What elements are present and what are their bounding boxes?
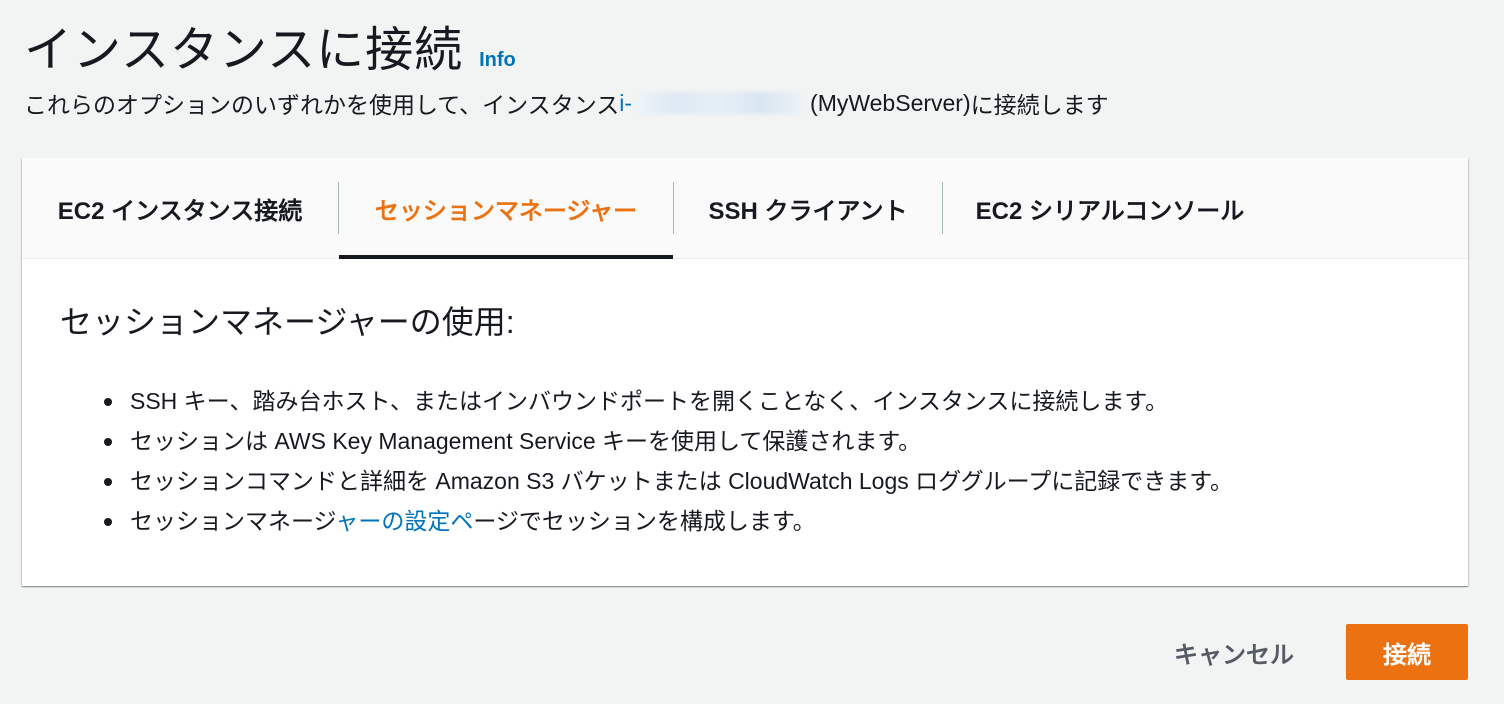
feature-list: SSH キー、踏み台ホスト、またはインバウンドポートを開くことなく、インスタンス… xyxy=(60,381,1430,541)
connect-button[interactable]: 接続 xyxy=(1346,624,1468,680)
info-link[interactable]: Info xyxy=(479,49,516,72)
list-item: セッションは AWS Key Management Service キーを使用し… xyxy=(60,421,1430,461)
tab-ssh-client[interactable]: SSH クライアント xyxy=(674,158,942,258)
instance-name: (MyWebServer) xyxy=(810,89,971,116)
settings-page-link[interactable]: ャーの設定ペ xyxy=(335,508,473,534)
connect-options-card: EC2 インスタンス接続 セッションマネージャー SSH クライアント EC2 … xyxy=(22,158,1468,586)
tab-ec2-serial-console[interactable]: EC2 シリアルコンソール xyxy=(943,158,1277,258)
subtitle-suffix: に接続します xyxy=(970,92,1109,118)
list-item-text: ージでセッションを構成します。 xyxy=(473,508,816,534)
page-title: インスタンスに接続 xyxy=(24,24,464,77)
list-item: セッションコマンドと詳細を Amazon S3 バケットまたは CloudWat… xyxy=(60,461,1430,501)
subtitle-prefix: これらのオプションのいずれかを使用して、インスタンス xyxy=(24,92,620,118)
redacted-instance-id xyxy=(634,92,805,114)
session-manager-panel: セッションマネージャーの使用: SSH キー、踏み台ホスト、またはインバウンドポ… xyxy=(22,259,1468,541)
tab-ec2-instance-connect[interactable]: EC2 インスタンス接続 xyxy=(22,158,338,258)
tab-session-manager[interactable]: セッションマネージャー xyxy=(339,158,673,259)
tab-bar: EC2 インスタンス接続 セッションマネージャー SSH クライアント EC2 … xyxy=(22,158,1468,259)
list-item: セッションマネージャーの設定ページでセッションを構成します。 xyxy=(60,501,1430,541)
page-header: インスタンスに接続 Info xyxy=(24,10,516,80)
list-item: SSH キー、踏み台ホスト、またはインバウンドポートを開くことなく、インスタンス… xyxy=(60,381,1430,421)
page-subtitle: これらのオプションのいずれかを使用して、インスタンス i- (MyWebServ… xyxy=(24,86,1109,120)
instance-id-link[interactable]: i- xyxy=(619,90,632,117)
panel-heading: セッションマネージャーの使用: xyxy=(60,304,515,340)
cancel-button[interactable]: キャンセル xyxy=(1160,624,1308,680)
list-item-text: セッションマネージ xyxy=(130,508,336,534)
